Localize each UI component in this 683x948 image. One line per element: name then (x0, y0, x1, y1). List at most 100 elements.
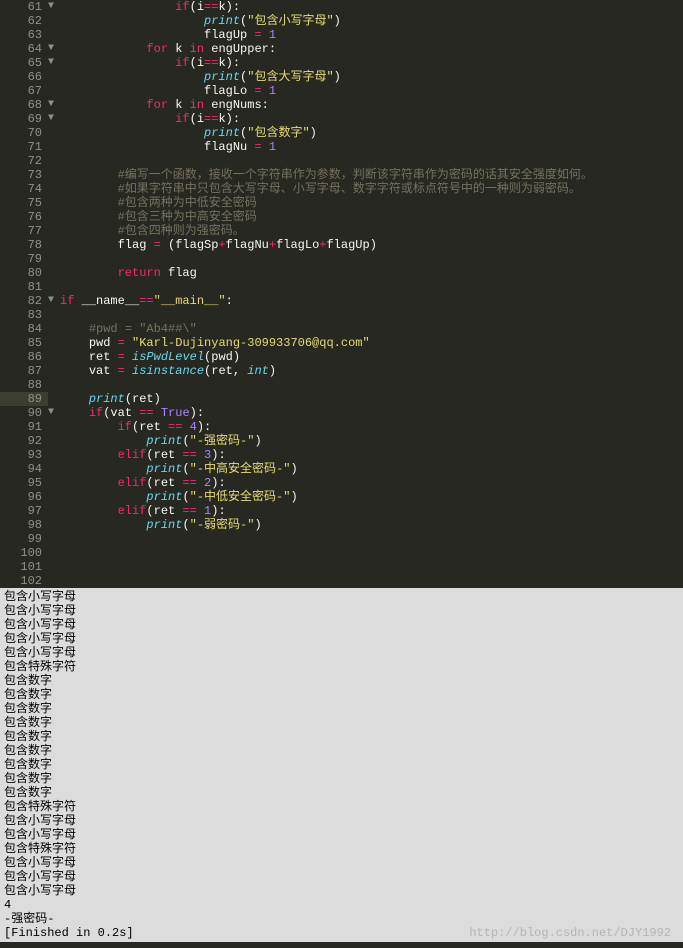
code-line[interactable]: 65▼ if(i==k): (0, 56, 683, 70)
code-line[interactable]: 96 print("-中低安全密码-") (0, 490, 683, 504)
code-content[interactable]: if(i==k): (60, 112, 683, 126)
code-content[interactable]: #如果字符串中只包含大写字母、小写字母、数字字符或标点符号中的一种则为弱密码。 (60, 182, 683, 196)
code-line[interactable]: 84 #pwd = "Ab4##\" (0, 322, 683, 336)
code-line[interactable]: 61▼ if(i==k): (0, 0, 683, 14)
code-line[interactable]: 78 flag = (flagSp+flagNu+flagLo+flagUp) (0, 238, 683, 252)
code-line[interactable]: 69▼ if(i==k): (0, 112, 683, 126)
code-content[interactable]: print("-强密码-") (60, 434, 683, 448)
code-line[interactable]: 64▼ for k in engUpper: (0, 42, 683, 56)
code-content[interactable]: print("包含数字") (60, 126, 683, 140)
code-line[interactable]: 77 #包含四种则为强密码。 (0, 224, 683, 238)
fold-marker[interactable]: ▼ (48, 98, 60, 112)
code-content[interactable]: return flag (60, 266, 683, 280)
code-content[interactable]: print("-中低安全密码-") (60, 490, 683, 504)
code-line[interactable]: 63 flagUp = 1 (0, 28, 683, 42)
code-content[interactable]: #包含四种则为强密码。 (60, 224, 683, 238)
code-line[interactable]: 72 (0, 154, 683, 168)
code-content[interactable]: flag = (flagSp+flagNu+flagLo+flagUp) (60, 238, 683, 252)
code-line[interactable]: 82▼if __name__=="__main__": (0, 294, 683, 308)
code-content[interactable]: for k in engUpper: (60, 42, 683, 56)
code-content[interactable]: print("-中高安全密码-") (60, 462, 683, 476)
code-line[interactable]: 90▼ if(vat == True): (0, 406, 683, 420)
code-line[interactable]: 87 vat = isinstance(ret, int) (0, 364, 683, 378)
code-line[interactable]: 88 (0, 378, 683, 392)
code-content[interactable] (60, 308, 683, 322)
code-content[interactable]: pwd = "Karl-Dujinyang-309933706@qq.com" (60, 336, 683, 350)
code-line[interactable]: 97 elif(ret == 1): (0, 504, 683, 518)
code-content[interactable]: if(i==k): (60, 56, 683, 70)
code-line[interactable]: 102 (0, 574, 683, 588)
code-line[interactable]: 67 flagLo = 1 (0, 84, 683, 98)
console-line: 包含数字 (4, 758, 679, 772)
output-console[interactable]: 包含小写字母包含小写字母包含小写字母包含小写字母包含小写字母包含特殊字符包含数字… (0, 588, 683, 942)
code-content[interactable] (60, 280, 683, 294)
code-line[interactable]: 91 if(ret == 4): (0, 420, 683, 434)
code-content[interactable]: print("包含小写字母") (60, 14, 683, 28)
console-line: 4 (4, 898, 679, 912)
fold-marker[interactable]: ▼ (48, 56, 60, 70)
code-line[interactable]: 79 (0, 252, 683, 266)
code-line[interactable]: 80 return flag (0, 266, 683, 280)
code-content[interactable]: #包含三种为中高安全密码 (60, 210, 683, 224)
code-content[interactable] (60, 154, 683, 168)
code-line[interactable]: 100 (0, 546, 683, 560)
code-content[interactable]: if(ret == 4): (60, 420, 683, 434)
code-content[interactable]: elif(ret == 1): (60, 504, 683, 518)
code-line[interactable]: 75 #包含两种为中低安全密码 (0, 196, 683, 210)
line-number: 84 (0, 322, 48, 336)
code-content[interactable] (60, 252, 683, 266)
code-content[interactable]: print("包含大写字母") (60, 70, 683, 84)
fold-marker[interactable]: ▼ (48, 0, 60, 14)
code-line[interactable]: 62 print("包含小写字母") (0, 14, 683, 28)
code-content[interactable]: print("-弱密码-") (60, 518, 683, 532)
code-line[interactable]: 89 print(ret) (0, 392, 683, 406)
code-content[interactable]: elif(ret == 2): (60, 476, 683, 490)
code-content[interactable] (60, 546, 683, 560)
fold-marker[interactable]: ▼ (48, 42, 60, 56)
fold-marker[interactable]: ▼ (48, 406, 60, 420)
code-content[interactable]: vat = isinstance(ret, int) (60, 364, 683, 378)
code-content[interactable]: if(i==k): (60, 0, 683, 14)
code-content[interactable]: flagUp = 1 (60, 28, 683, 42)
code-line[interactable]: 76 #包含三种为中高安全密码 (0, 210, 683, 224)
code-content[interactable]: #包含两种为中低安全密码 (60, 196, 683, 210)
code-line[interactable]: 92 print("-强密码-") (0, 434, 683, 448)
code-line[interactable]: 99 (0, 532, 683, 546)
code-line[interactable]: 73 #编写一个函数，接收一个字符串作为参数，判断该字符串作为密码的话其安全强度… (0, 168, 683, 182)
code-content[interactable]: #编写一个函数，接收一个字符串作为参数，判断该字符串作为密码的话其安全强度如何。 (60, 168, 683, 182)
code-line[interactable]: 66 print("包含大写字母") (0, 70, 683, 84)
console-line: 包含数字 (4, 688, 679, 702)
code-line[interactable]: 95 elif(ret == 2): (0, 476, 683, 490)
code-content[interactable]: if(vat == True): (60, 406, 683, 420)
code-editor[interactable]: 61▼ if(i==k):62 print("包含小写字母")63 flagUp… (0, 0, 683, 588)
code-line[interactable]: 85 pwd = "Karl-Dujinyang-309933706@qq.co… (0, 336, 683, 350)
code-line[interactable]: 70 print("包含数字") (0, 126, 683, 140)
code-content[interactable]: print(ret) (60, 392, 683, 406)
code-content[interactable]: for k in engNums: (60, 98, 683, 112)
code-line[interactable]: 71 flagNu = 1 (0, 140, 683, 154)
code-line[interactable]: 81 (0, 280, 683, 294)
code-line[interactable]: 98 print("-弱密码-") (0, 518, 683, 532)
code-content[interactable] (60, 574, 683, 588)
code-line[interactable]: 83 (0, 308, 683, 322)
code-content[interactable] (60, 378, 683, 392)
code-line[interactable]: 68▼ for k in engNums: (0, 98, 683, 112)
console-line: 包含数字 (4, 730, 679, 744)
code-content[interactable]: elif(ret == 3): (60, 448, 683, 462)
code-content[interactable] (60, 560, 683, 574)
code-content[interactable]: flagLo = 1 (60, 84, 683, 98)
code-line[interactable]: 94 print("-中高安全密码-") (0, 462, 683, 476)
fold-marker (48, 182, 60, 196)
code-line[interactable]: 101 (0, 560, 683, 574)
code-content[interactable]: #pwd = "Ab4##\" (60, 322, 683, 336)
fold-marker (48, 140, 60, 154)
code-line[interactable]: 74 #如果字符串中只包含大写字母、小写字母、数字字符或标点符号中的一种则为弱密… (0, 182, 683, 196)
fold-marker[interactable]: ▼ (48, 294, 60, 308)
code-content[interactable]: ret = isPwdLevel(pwd) (60, 350, 683, 364)
code-line[interactable]: 93 elif(ret == 3): (0, 448, 683, 462)
code-content[interactable]: if __name__=="__main__": (60, 294, 683, 308)
code-content[interactable]: flagNu = 1 (60, 140, 683, 154)
code-line[interactable]: 86 ret = isPwdLevel(pwd) (0, 350, 683, 364)
code-content[interactable] (60, 532, 683, 546)
fold-marker[interactable]: ▼ (48, 112, 60, 126)
